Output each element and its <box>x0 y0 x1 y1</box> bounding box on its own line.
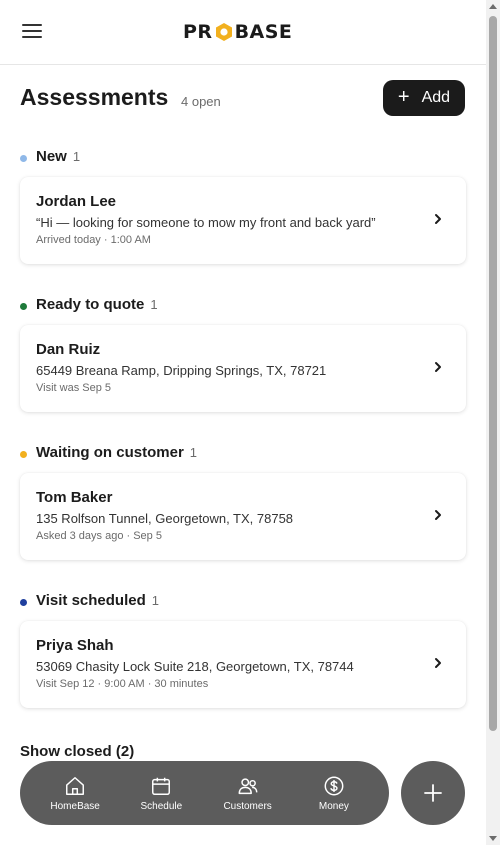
nav-item-homebase[interactable]: HomeBase <box>35 775 115 812</box>
nav-label: HomeBase <box>50 800 100 812</box>
users-icon <box>238 777 258 794</box>
nav-item-customers[interactable]: Customers <box>208 775 288 812</box>
plus-icon <box>424 784 442 802</box>
section-new: New 1 Jordan Lee “Hi — looking for someon… <box>20 148 466 264</box>
nav-label: Customers <box>223 800 272 812</box>
calendar-icon <box>152 777 171 795</box>
status-dot <box>20 303 27 310</box>
nav-label: Schedule <box>140 800 183 812</box>
card-meta: Visit was Sep 5 <box>36 382 112 394</box>
bottom-nav: HomeBase Schedule Customers Money <box>20 761 389 825</box>
menu-icon[interactable] <box>22 24 42 40</box>
open-count: 4 open <box>181 94 221 109</box>
customer-name: Dan Ruiz <box>36 341 101 358</box>
scrollbar[interactable] <box>486 0 500 845</box>
section-title: Waiting on customer <box>36 444 184 461</box>
section-label: Ready to quote 1 <box>36 296 158 313</box>
status-dot <box>20 451 27 458</box>
nav-item-money[interactable]: Money <box>294 775 374 812</box>
customer-name: Jordan Lee <box>36 193 117 210</box>
section-title: New <box>36 148 67 165</box>
chevron-right-icon <box>435 214 441 224</box>
probase-logo[interactable]: PR BASE <box>183 20 292 44</box>
scroll-up-icon[interactable] <box>489 4 497 9</box>
title-row: Assessments 4 open + Add <box>20 80 466 116</box>
section-ready-to-quote: Ready to quote 1 Dan Ruiz 65449 Breana Ra… <box>20 296 466 412</box>
chevron-right-icon <box>435 510 441 520</box>
fab-add-button[interactable] <box>401 761 465 825</box>
section-count: 1 <box>189 445 198 460</box>
plus-icon: + <box>397 86 410 108</box>
status-dot <box>20 155 27 162</box>
card-address: 135 Rolfson Tunnel, Georgetown, TX, 7875… <box>36 511 294 526</box>
assessment-card[interactable]: Tom Baker 135 Rolfson Tunnel, Georgetown… <box>20 473 466 560</box>
logo-text-left: PR <box>183 21 213 43</box>
scrollbar-thumb[interactable] <box>489 16 497 731</box>
section-header: New 1 <box>20 148 466 168</box>
card-address: 53069 Chasity Lock Suite 218, Georgetown… <box>36 659 354 674</box>
section-header: Waiting on customer 1 <box>20 444 466 464</box>
customer-name: Tom Baker <box>36 489 113 506</box>
scroll-down-icon[interactable] <box>489 836 497 841</box>
assessment-card[interactable]: Dan Ruiz 65449 Breana Ramp, Dripping Spr… <box>20 325 466 412</box>
card-meta: Arrived today · 1:00 AM <box>36 234 151 246</box>
section-header: Visit scheduled 1 <box>20 592 466 612</box>
section-title: Visit scheduled <box>36 592 146 609</box>
section-count: 1 <box>151 593 159 608</box>
section-label: Visit scheduled 1 <box>36 592 159 609</box>
home-icon <box>66 776 85 795</box>
section-count: 1 <box>72 149 81 164</box>
section-visit-scheduled: Visit scheduled 1 Priya Shah 53069 Chasit… <box>20 592 466 708</box>
card-address: 65449 Breana Ramp, Dripping Springs, TX,… <box>36 363 327 378</box>
customer-name: Priya Shah <box>36 637 114 654</box>
dollar-icon <box>324 776 344 795</box>
nav-label: Money <box>318 800 349 812</box>
logo-text-right: BASE <box>234 21 293 43</box>
page-title: Assessments <box>20 84 169 110</box>
add-button[interactable]: + Add <box>383 80 465 116</box>
add-button-label: Add <box>421 89 451 106</box>
section-header: Ready to quote 1 <box>20 296 466 316</box>
card-meta: Asked 3 days ago · Sep 5 <box>36 530 162 542</box>
assessment-card[interactable]: Jordan Lee “Hi — looking for someone to … <box>20 177 466 264</box>
card-message: “Hi — looking for someone to mow my fron… <box>36 215 376 230</box>
chevron-right-icon <box>435 362 441 372</box>
section-label: New 1 <box>36 148 80 165</box>
section-waiting-on-customer: Waiting on customer 1 Tom Baker 135 Rolfs… <box>20 444 466 560</box>
app-header: PR BASE <box>0 0 486 65</box>
status-dot <box>20 599 27 606</box>
section-label: Waiting on customer 1 <box>36 444 197 461</box>
nav-item-schedule[interactable]: Schedule <box>121 775 201 812</box>
show-closed-link[interactable]: Show closed (2) <box>20 743 134 760</box>
chevron-right-icon <box>435 658 441 668</box>
section-count: 1 <box>150 297 158 312</box>
card-meta: Visit Sep 12 · 9:00 AM · 30 minutes <box>36 678 209 690</box>
section-title: Ready to quote <box>36 296 145 313</box>
assessment-card[interactable]: Priya Shah 53069 Chasity Lock Suite 218,… <box>20 621 466 708</box>
logo-hexagon-icon <box>215 23 232 41</box>
